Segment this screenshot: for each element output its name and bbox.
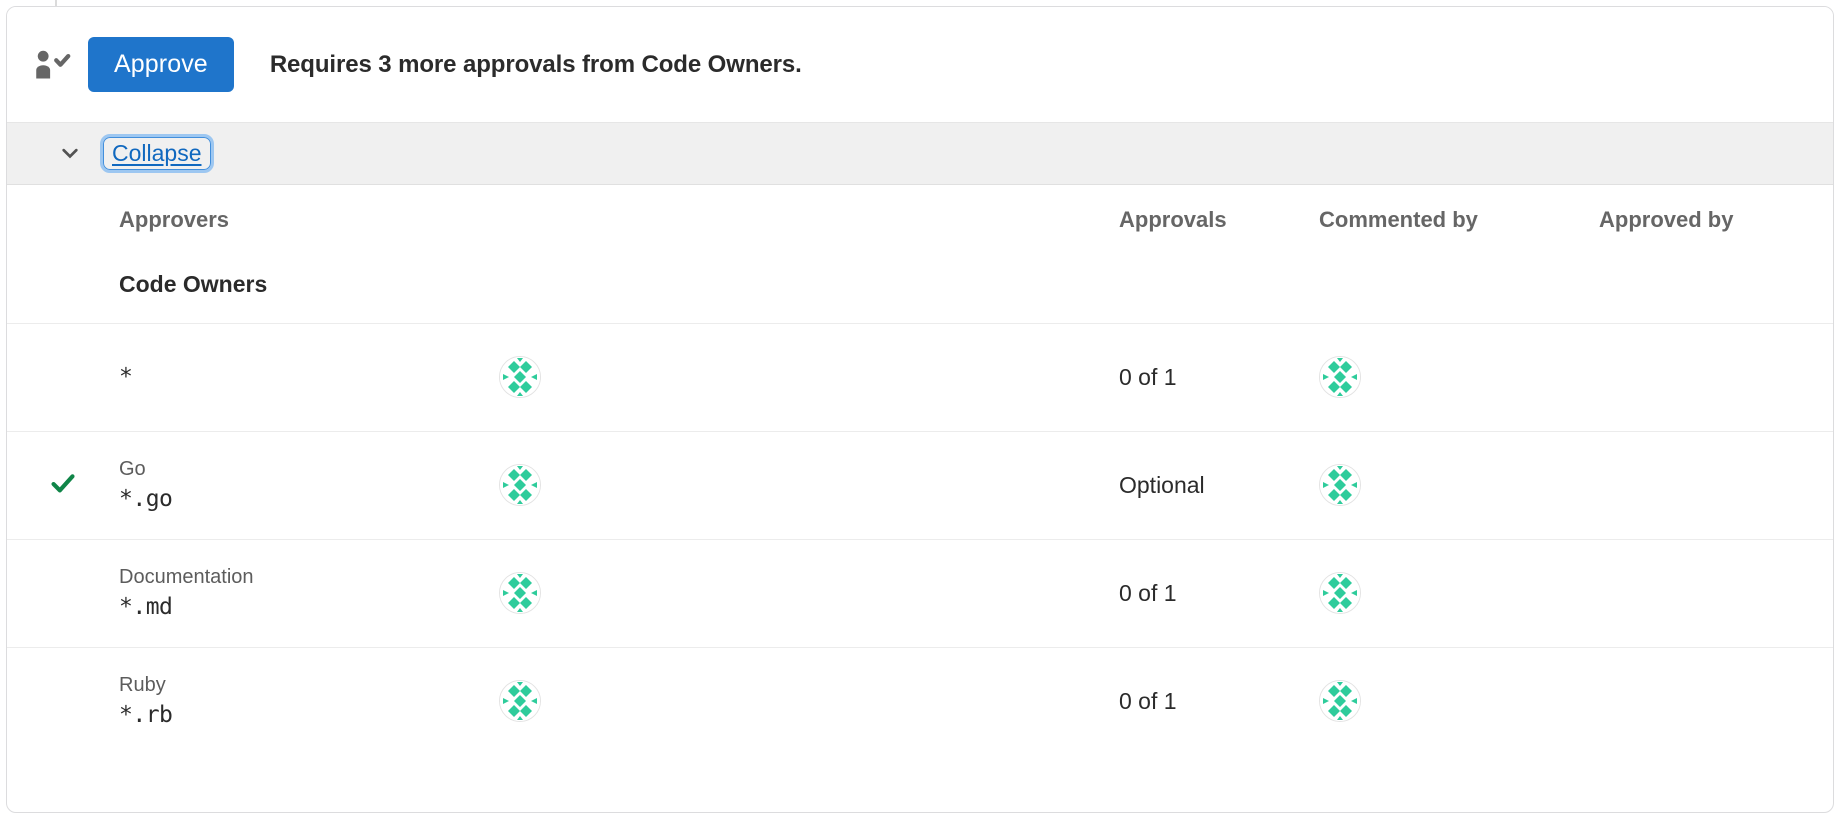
row-approved-indicator-cell (7, 430, 119, 539)
approvers-table: Approvers Approvals Commented by Approve… (7, 185, 1833, 755)
approved-by-cell (1599, 646, 1833, 755)
approver-rule-pattern: *.rb (119, 701, 173, 728)
approver-rule-cell: Ruby *.rb (119, 646, 499, 755)
section-title-cell: Code Owners (119, 255, 1833, 323)
approvals-count: 0 of 1 (1119, 363, 1177, 390)
approver-rule-pattern: *.md (119, 593, 173, 620)
commented-by-cell (1319, 322, 1599, 431)
table-header-row: Approvers Approvals Commented by Approve… (7, 185, 1833, 255)
approver-rule-name: Go (119, 457, 146, 480)
section-title: Code Owners (119, 271, 268, 298)
approved-by-cell (1599, 430, 1833, 539)
chevron-down-icon[interactable] (57, 141, 83, 167)
approvals-count-cell: 0 of 1 (1119, 538, 1319, 647)
approvals-count: 0 of 1 (1119, 579, 1177, 606)
approvals-widget-screen: Approve Requires 3 more approvals from C… (0, 0, 1840, 822)
approve-button[interactable]: Approve (88, 37, 234, 92)
identicon-avatar[interactable] (1319, 572, 1361, 614)
approvals-count-cell: Optional (1119, 430, 1319, 539)
approver-rule-name: Ruby (119, 673, 166, 696)
check-icon (49, 469, 77, 497)
column-header-approvers: Approvers (119, 207, 230, 232)
approver-rule-cell: Documentation *.md (119, 538, 499, 647)
approved-by-cell (1599, 538, 1833, 647)
collapse-bar[interactable]: Collapse (7, 123, 1833, 185)
approver-avatars-cell (499, 538, 1119, 647)
identicon-avatar[interactable] (499, 680, 541, 723)
column-header-approved-by: Approved by (1599, 207, 1734, 232)
approvals-count: 0 of 1 (1119, 687, 1177, 714)
column-header-approvals: Approvals (1119, 207, 1227, 232)
merge-request-approvals-widget: Approve Requires 3 more approvals from C… (6, 6, 1834, 813)
table-body: Code Owners * 0 of 1 Go *.go Optional Do… (7, 255, 1833, 755)
approver-avatars-cell (499, 430, 1119, 539)
identicon-avatar[interactable] (499, 572, 541, 614)
section-spacer (7, 255, 119, 323)
identicon-avatar[interactable] (499, 464, 541, 506)
user-check-icon (32, 47, 76, 83)
identicon-avatar[interactable] (1319, 464, 1361, 506)
table-row: Go *.go Optional (7, 430, 1833, 539)
column-header-check (7, 185, 119, 255)
approvals-required-message: Requires 3 more approvals from Code Owne… (269, 50, 802, 78)
row-approved-indicator-cell (7, 538, 119, 647)
approver-rule-cell: * (119, 322, 499, 431)
approver-rule-pattern: *.go (119, 485, 173, 512)
identicon-avatar[interactable] (1319, 680, 1361, 723)
approver-rule-cell: Go *.go (119, 430, 499, 539)
column-header-commented-by: Commented by (1319, 207, 1478, 232)
approvals-count: Optional (1119, 471, 1205, 498)
row-approved-indicator-cell (7, 646, 119, 755)
approvals-header: Approve Requires 3 more approvals from C… (7, 7, 1833, 123)
commented-by-cell (1319, 430, 1599, 539)
column-header-avatars (499, 185, 1119, 255)
approver-avatars-cell (499, 646, 1119, 755)
approved-by-cell (1599, 322, 1833, 431)
commented-by-cell (1319, 538, 1599, 647)
row-approved-indicator-cell (7, 322, 119, 431)
approver-avatars-cell (499, 322, 1119, 431)
table-row: * 0 of 1 (7, 322, 1833, 431)
table-row: Ruby *.rb 0 of 1 (7, 646, 1833, 755)
identicon-avatar[interactable] (499, 356, 541, 398)
table-row: Documentation *.md 0 of 1 (7, 538, 1833, 647)
approvals-count-cell: 0 of 1 (1119, 322, 1319, 431)
approver-rule-name: Documentation (119, 565, 254, 588)
approvals-count-cell: 0 of 1 (1119, 646, 1319, 755)
commented-by-cell (1319, 646, 1599, 755)
collapse-link[interactable]: Collapse (100, 134, 214, 173)
identicon-avatar[interactable] (1319, 356, 1361, 398)
section-row-code-owners: Code Owners (7, 255, 1833, 323)
approver-rule-pattern: * (119, 364, 133, 390)
